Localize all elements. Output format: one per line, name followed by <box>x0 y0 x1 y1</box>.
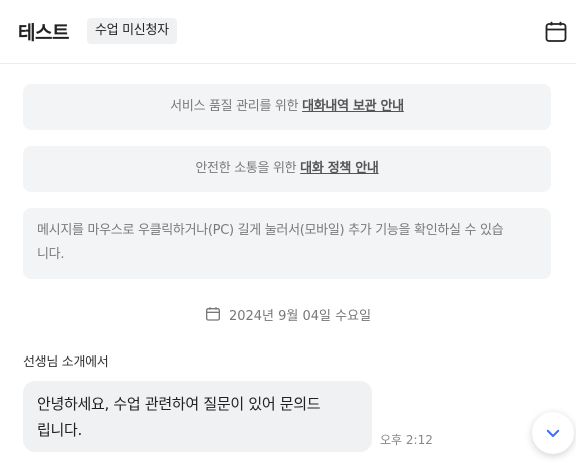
notice-tip: 메시지를 마우스로 우클릭하거나(PC) 길게 눌러서(모바일) 추가 기능을 … <box>23 208 551 279</box>
message-bubble[interactable]: 안녕하세요, 수업 관련하여 질문이 있어 문의드 립니다. <box>23 381 372 452</box>
notice-text: 안전한 소통을 위한 <box>195 161 301 176</box>
status-badge: 수업 미신청자 <box>87 18 177 44</box>
calendar-icon <box>545 21 567 42</box>
chat-title: 테스트 <box>18 22 69 44</box>
scroll-down-button[interactable] <box>532 412 574 454</box>
notice-data-retention: 서비스 품질 관리를 위한 대화내역 보관 안내 <box>23 84 551 130</box>
notice-chat-policy: 안전한 소통을 위한 대화 정책 안내 <box>23 146 551 192</box>
message-time: 오후 2:12 <box>380 433 433 447</box>
calendar-button[interactable] <box>542 18 570 46</box>
notice-text: 서비스 품질 관리를 위한 <box>170 99 303 114</box>
tip-line-2: 니다. <box>37 247 65 262</box>
tip-line-1: 메시지를 마우스로 우클릭하거나(PC) 길게 눌러서(모바일) 추가 기능을 … <box>37 223 504 238</box>
message-line-2: 립니다. <box>37 421 82 439</box>
sender-name: 선생님 소개에서 <box>23 355 109 370</box>
date-text: 2024년 9월 04일 수요일 <box>228 308 372 324</box>
date-divider: 2024년 9월 04일 수요일 <box>0 302 576 326</box>
data-retention-link[interactable]: 대화내역 보관 안내 <box>302 99 404 114</box>
chat-header: 테스트 수업 미신청자 <box>0 0 576 64</box>
message-line-1: 안녕하세요, 수업 관련하여 질문이 있어 문의드 <box>37 395 321 413</box>
chevron-down-icon <box>546 429 560 437</box>
calendar-icon <box>205 307 220 321</box>
chat-policy-link[interactable]: 대화 정책 안내 <box>300 161 379 176</box>
